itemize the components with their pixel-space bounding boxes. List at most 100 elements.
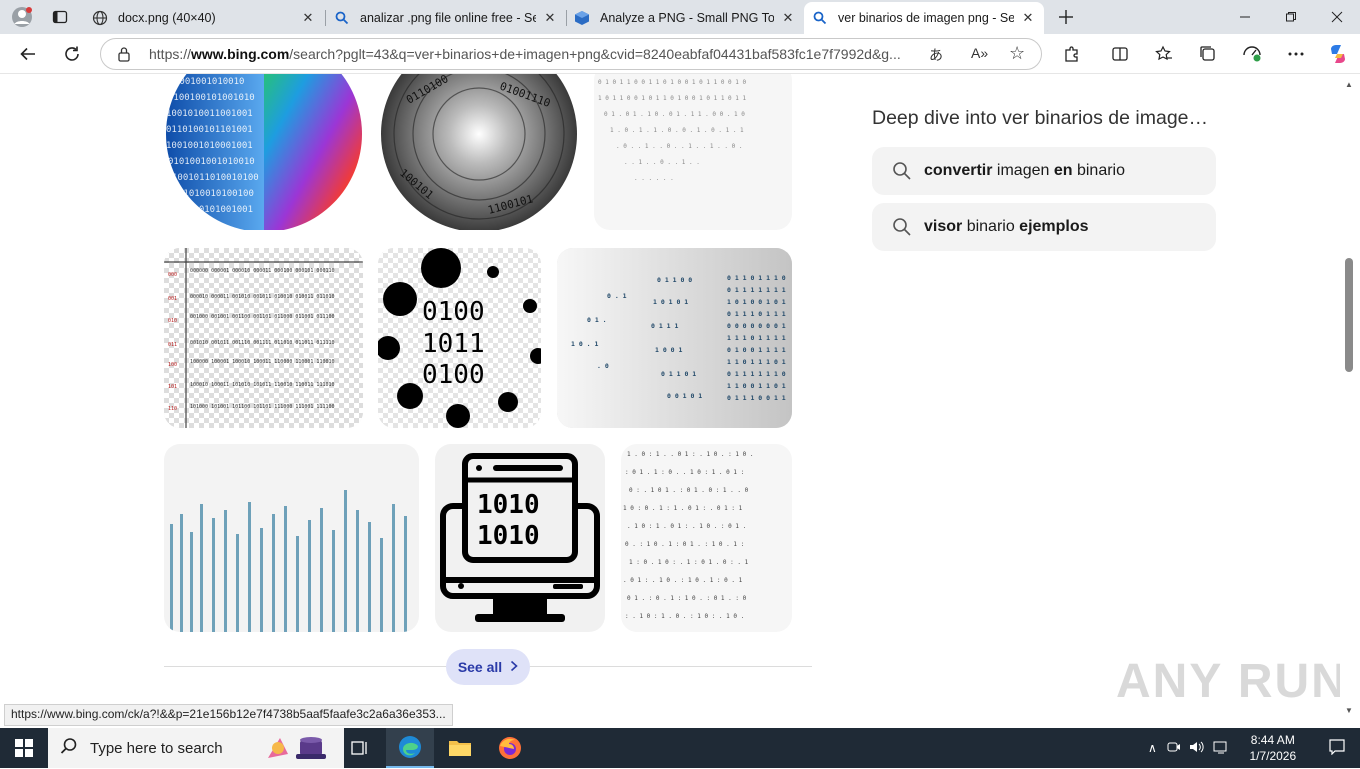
image-result-binary-globe[interactable]: 1001001010010 0100100101001010 10010100110… bbox=[164, 74, 363, 230]
search-highlight-icon bbox=[260, 732, 340, 769]
svg-text:0 . : 1 0 . 1 : 0 1 . : 1 0 .: 0 . : 1 0 . 1 : 0 1 . : 1 0 . 1 : bbox=[625, 541, 744, 548]
svg-text:0 1 1 0 1 1 1 0: 0 1 1 0 1 1 1 0 bbox=[727, 274, 786, 282]
svg-text:. 0 . . 1 . . 0 . . 1 . . 1 .: . 0 . . 1 . . 0 . . 1 . . 1 . . 0 . bbox=[616, 143, 742, 150]
search-icon bbox=[892, 161, 912, 181]
edge-taskbar-icon[interactable] bbox=[386, 728, 434, 768]
back-button[interactable] bbox=[12, 38, 44, 70]
file-explorer-icon[interactable] bbox=[436, 728, 484, 768]
scrollbar-thumb[interactable] bbox=[1345, 258, 1353, 372]
svg-text:0 1 0 0 1 1 1 1: 0 1 0 0 1 1 1 1 bbox=[727, 346, 786, 354]
copilot-icon[interactable] bbox=[1322, 38, 1354, 70]
close-tab-icon[interactable]: ✕ bbox=[780, 10, 796, 26]
profile-avatar[interactable] bbox=[6, 1, 38, 33]
svg-text:100000 100001 100010 100011 11: 100000 100001 100010 100011 110000 11000… bbox=[190, 359, 335, 365]
svg-text:0 1 . 0 1 . 1 0 . 0 1 . 1 1 .: 0 1 . 0 1 . 1 0 . 0 1 . 1 1 . 0 0 . 1 0 bbox=[604, 111, 745, 118]
extensions-icon[interactable] bbox=[1056, 38, 1088, 70]
deep-dive-title: Deep dive into ver binarios de image… bbox=[872, 107, 1209, 129]
svg-text:100: 100 bbox=[168, 362, 177, 368]
svg-text:100101001001: 100101001001 bbox=[188, 205, 253, 215]
image-result-binary-tunnel[interactable]: 0110100 01001110 100101 1100101 bbox=[379, 74, 578, 230]
meet-now-icon[interactable] bbox=[1167, 740, 1181, 757]
url-text[interactable]: https://www.bing.com/search?pglt=43&q=ve… bbox=[149, 46, 919, 62]
svg-text:0 0 0 0 0 0 0 1: 0 0 0 0 0 0 0 1 bbox=[727, 322, 786, 330]
chevron-up-icon[interactable]: ∧ bbox=[1148, 741, 1157, 755]
task-view-icon[interactable] bbox=[336, 728, 384, 768]
image-result-binary-rain[interactable] bbox=[164, 444, 419, 632]
favorite-star-icon[interactable]: ☆ bbox=[1009, 43, 1025, 64]
svg-text:1001011010010100: 1001011010010100 bbox=[172, 173, 259, 183]
tab-docx-png[interactable]: docx.png (40×40) ✕ bbox=[84, 2, 324, 34]
svg-text:1 0 1 1 0 0 1 0 1 1 0 1 0 0 1: 1 0 1 1 0 0 1 0 1 1 0 1 0 0 1 0 1 1 0 1 … bbox=[598, 95, 746, 102]
tab-title: Analyze a PNG - Small PNG Tools bbox=[600, 11, 774, 25]
performance-icon[interactable] bbox=[1236, 38, 1268, 70]
svg-text:011: 011 bbox=[168, 342, 177, 348]
restore-button[interactable] bbox=[1268, 0, 1314, 34]
more-menu-icon[interactable] bbox=[1280, 38, 1312, 70]
network-icon[interactable] bbox=[1213, 740, 1229, 757]
chevron-right-icon bbox=[510, 659, 518, 675]
minimize-button[interactable] bbox=[1222, 0, 1268, 34]
tab-analyze-png[interactable]: Analyze a PNG - Small PNG Tools ✕ bbox=[566, 2, 804, 34]
start-button[interactable] bbox=[0, 728, 48, 768]
svg-text:101000 101001 101100 101101 11: 101000 101001 101100 101101 111000 11100… bbox=[190, 404, 335, 410]
svg-text:001: 001 bbox=[168, 296, 177, 302]
svg-text:0 0 1 0 1: 0 0 1 0 1 bbox=[667, 392, 702, 400]
scroll-down-arrow-icon[interactable]: ▼ bbox=[1345, 706, 1353, 715]
svg-text:0 1 1 0 0: 0 1 1 0 0 bbox=[657, 276, 692, 284]
notifications-icon[interactable] bbox=[1329, 738, 1345, 758]
split-screen-icon[interactable] bbox=[1104, 38, 1136, 70]
svg-text:001010 001011 001110 001111 01: 001010 001011 001110 001111 011010 01101… bbox=[190, 340, 335, 346]
image-result-hex-table[interactable]: 000000 000001 000010 000011 000100 00010… bbox=[164, 248, 363, 428]
svg-text:: . 1 0 : 1 . 0 . : 1 0 : . 1: : . 1 0 : 1 . 0 . : 1 0 : . 1 0 . bbox=[625, 613, 744, 620]
svg-text:1 0 . 1: 1 0 . 1 bbox=[571, 340, 598, 348]
svg-text:0 1 1 0 1: 0 1 1 0 1 bbox=[661, 370, 696, 378]
browser-toolbar: https://www.bing.com/search?pglt=43&q=ve… bbox=[0, 34, 1360, 74]
svg-text:1 1 1 0 1 1 1 1: 1 1 1 0 1 1 1 1 bbox=[727, 334, 786, 342]
favorites-icon[interactable] bbox=[1148, 38, 1180, 70]
volume-icon[interactable] bbox=[1189, 740, 1205, 757]
image-result-binary-noise[interactable]: 1 . 0 : 1 . . 0 1 : . 1 0 . : 1 0 . : 0 … bbox=[621, 444, 792, 632]
svg-text:1 . 0 : 1 . . 0 1 : . 1 0 . :: 1 . 0 : 1 . . 0 1 : . 1 0 . : 1 0 . bbox=[627, 451, 753, 458]
clock-date: 1/7/2026 bbox=[1249, 749, 1297, 763]
read-aloud-icon[interactable]: A» bbox=[971, 45, 988, 61]
close-tab-icon[interactable]: ✕ bbox=[1020, 10, 1036, 26]
svg-text:0110100101101001: 0110100101101001 bbox=[166, 125, 253, 135]
svg-text:101: 101 bbox=[168, 384, 177, 390]
tab-actions-icon[interactable] bbox=[44, 1, 76, 33]
taskbar-search-box[interactable]: Type here to search bbox=[48, 728, 344, 768]
refresh-button[interactable] bbox=[56, 38, 88, 70]
svg-text:1001010011001001: 1001010011001001 bbox=[166, 109, 253, 119]
tab-ver-binarios[interactable]: ver binarios de imagen png - Sear ✕ bbox=[804, 2, 1044, 34]
image-result-binary-dots[interactable]: 0100 1011 0100 bbox=[378, 248, 541, 428]
svg-text:1 0 1 0 1: 1 0 1 0 1 bbox=[653, 298, 688, 306]
close-tab-icon[interactable]: ✕ bbox=[300, 10, 316, 26]
translate-icon[interactable]: あ bbox=[929, 45, 943, 65]
suggestion-visor-binario[interactable]: visor binario ejemplos bbox=[872, 203, 1216, 251]
see-all-button[interactable]: See all bbox=[446, 649, 530, 685]
firefox-icon[interactable] bbox=[486, 728, 534, 768]
tab-title: docx.png (40×40) bbox=[118, 11, 216, 25]
lock-icon[interactable] bbox=[117, 46, 131, 67]
tab-analizar[interactable]: analizar .png file online free - Sea ✕ bbox=[326, 2, 566, 34]
close-window-button[interactable] bbox=[1314, 0, 1360, 34]
address-bar[interactable]: https://www.bing.com/search?pglt=43&q=ve… bbox=[100, 38, 1042, 70]
new-tab-button[interactable] bbox=[1050, 1, 1082, 33]
svg-text:. 0 1 : . 1 0 . : 1 0 . 1 : 0: . 0 1 : . 1 0 . : 1 0 . 1 : 0 . 1 bbox=[623, 577, 743, 584]
suggestion-convertir-imagen[interactable]: convertir imagen en binario bbox=[872, 147, 1216, 195]
svg-text:1001001010001001: 1001001010001001 bbox=[166, 141, 253, 151]
image-result-binary-wave[interactable]: 0 1 1 0 1 1 1 0 0 1 1 1 1 1 1 1 1 0 1 0 0 … bbox=[557, 248, 792, 428]
svg-text:01010010100100: 01010010100100 bbox=[178, 189, 254, 199]
page-scrollbar[interactable]: ▲ ▼ bbox=[1340, 74, 1360, 728]
search-icon bbox=[334, 10, 350, 26]
image-result-monitor-icon[interactable]: 1010 1010 bbox=[435, 444, 605, 632]
svg-text:010: 010 bbox=[168, 318, 177, 324]
svg-text:0 1 1 1 1 1 1 1: 0 1 1 1 1 1 1 1 bbox=[727, 286, 786, 294]
svg-text:1 1 0 0 1 1 0 1: 1 1 0 0 1 1 0 1 bbox=[727, 382, 786, 390]
scroll-up-arrow-icon[interactable]: ▲ bbox=[1345, 80, 1353, 89]
clock[interactable]: 8:44 AM 1/7/2026 bbox=[1243, 732, 1303, 764]
collections-icon[interactable] bbox=[1192, 38, 1224, 70]
close-tab-icon[interactable]: ✕ bbox=[542, 10, 558, 26]
image-result-binary-fade[interactable]: 0 1 0 1 1 0 0 1 1 0 1 0 0 1 0 1 1 0 0 1 … bbox=[594, 74, 792, 230]
svg-text:. 1 0 : 1 . 0 1 : . 1 0 . : 0: . 1 0 : 1 . 0 1 : . 1 0 . : 0 1 . bbox=[627, 523, 746, 530]
tab-strip: docx.png (40×40) ✕ analizar .png file on… bbox=[0, 0, 1360, 34]
